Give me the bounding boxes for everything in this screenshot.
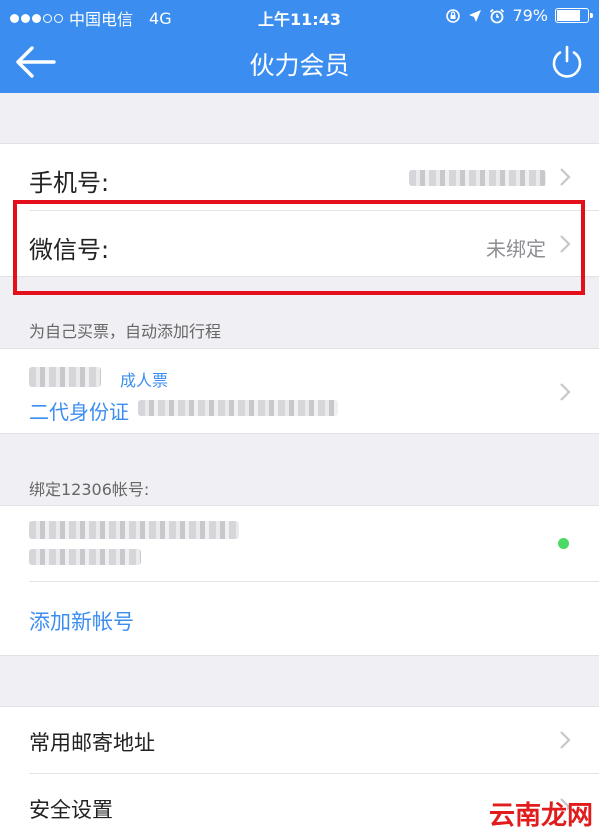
railway-account-blurred [29, 521, 239, 539]
address-row[interactable]: 常用邮寄地址 [0, 707, 599, 773]
nav-bar: 伙力会员 [0, 32, 599, 93]
chevron-right-icon [560, 168, 571, 186]
status-dot [558, 538, 569, 549]
battery-icon [555, 8, 593, 23]
battery-percent: 79% [512, 6, 548, 25]
highlight-box [13, 200, 585, 295]
railway-section: 添加新帐号 [0, 505, 599, 656]
watermark: 云南龙网 [488, 801, 593, 831]
power-icon[interactable] [549, 44, 585, 80]
chevron-right-icon [560, 383, 571, 401]
passenger-name-blurred [29, 367, 101, 387]
top-bar: 中国电信 4G 上午11:43 79% 伙力会员 [0, 0, 599, 93]
add-account-link[interactable]: 添加新帐号 [29, 606, 134, 636]
id-number-blurred [138, 400, 338, 416]
alarm-icon [490, 8, 505, 23]
passenger-section[interactable]: 成人票 二代身份证 [0, 348, 599, 434]
railway-account-row[interactable] [0, 506, 599, 581]
railway-caption: 绑定12306帐号: [29, 480, 150, 499]
phone-value-blurred [409, 170, 546, 186]
rotation-lock-icon [446, 8, 461, 23]
passenger-caption: 为自己买票，自动添加行程 [29, 322, 222, 341]
security-label: 安全设置 [29, 798, 113, 822]
chevron-right-icon [560, 731, 571, 749]
id-type: 二代身份证 [29, 400, 129, 424]
status-bar: 中国电信 4G 上午11:43 79% [0, 0, 599, 32]
railway-account-sub-blurred [29, 549, 141, 565]
location-icon [469, 9, 482, 22]
add-account-row[interactable]: 添加新帐号 [0, 582, 599, 656]
address-label: 常用邮寄地址 [29, 731, 155, 755]
page-title: 伙力会员 [249, 51, 350, 80]
ticket-type: 成人票 [120, 371, 169, 390]
phone-label: 手机号: [29, 169, 110, 197]
